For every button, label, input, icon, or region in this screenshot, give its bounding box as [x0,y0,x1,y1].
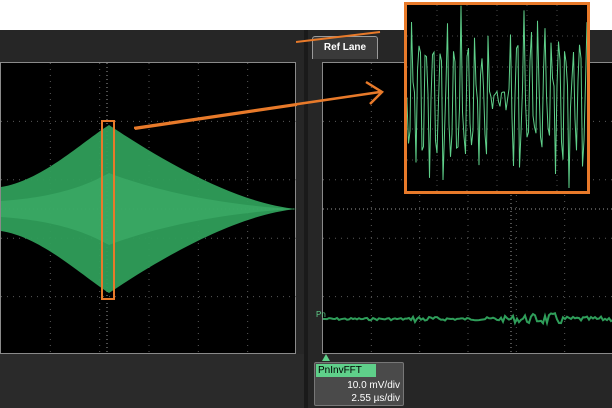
trigger-marker-icon[interactable] [322,354,330,361]
time-scale-readout: 2.55 µs/div [351,393,400,404]
trace-name-label: PnInvFFT [316,364,376,377]
zoom-arrow-full [134,80,384,130]
zoom-inset-svg [406,5,588,191]
channel-marker[interactable]: Pn [316,310,328,320]
left-status-area [0,354,304,408]
zoom-arrow-shaft [134,90,381,130]
zoom-inset [404,2,590,194]
vertical-scale-readout: 10.0 mV/div [347,380,400,391]
